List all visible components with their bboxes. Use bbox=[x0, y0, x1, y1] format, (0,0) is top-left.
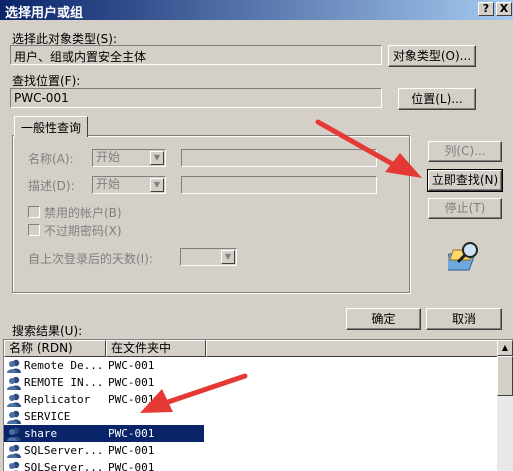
user-group-icon bbox=[7, 444, 21, 458]
user-group-icon bbox=[7, 393, 21, 407]
result-folder: PWC-001 bbox=[108, 461, 155, 471]
stop-button[interactable]: 停止(T) bbox=[428, 198, 502, 219]
user-group-icon bbox=[7, 376, 21, 390]
list-item[interactable]: REMOTE IN... PWC-001 bbox=[4, 374, 204, 391]
user-group-icon bbox=[7, 410, 21, 424]
columns-button[interactable]: 列(C)... bbox=[428, 141, 502, 162]
result-name: Remote De... bbox=[24, 359, 104, 372]
column-header-blank bbox=[206, 340, 498, 357]
list-item[interactable]: share PWC-001 bbox=[4, 425, 204, 442]
non-expiring-password-label: 不过期密码(X) bbox=[44, 224, 122, 238]
location-label: 查找位置(F): bbox=[12, 74, 81, 88]
tab-general-query[interactable]: 一般性查询 bbox=[14, 116, 89, 137]
search-magnifier-icon bbox=[448, 242, 478, 271]
object-type-field: 用户、组或内置安全主体 bbox=[10, 45, 382, 65]
description-label: 描述(D): bbox=[28, 179, 75, 193]
column-header-name[interactable]: 名称 (RDN) bbox=[4, 340, 106, 357]
list-item[interactable]: SERVICE bbox=[4, 408, 204, 425]
result-folder: PWC-001 bbox=[108, 393, 155, 406]
select-users-dialog: 选择用户或组 ? X 选择此对象类型(S): 用户、组或内置安全主体 对象类型(… bbox=[0, 0, 513, 471]
ok-button[interactable]: 确定 bbox=[346, 308, 421, 330]
result-name: REMOTE IN... bbox=[24, 376, 104, 389]
result-name: share bbox=[24, 427, 58, 440]
cancel-button[interactable]: 取消 bbox=[426, 308, 502, 330]
result-name: SERVICE bbox=[24, 410, 71, 423]
days-since-logon-label: 自上次登录后的天数(I): bbox=[28, 252, 153, 266]
days-since-logon-select[interactable]: ▼ bbox=[180, 248, 237, 266]
result-name: SQLServer... bbox=[24, 461, 104, 471]
window-title: 选择用户或组 bbox=[5, 6, 84, 21]
name-match-select[interactable]: 开始 ▼ bbox=[92, 149, 166, 167]
name-label: 名称(A): bbox=[28, 152, 74, 166]
locations-button[interactable]: 位置(L)... bbox=[398, 88, 476, 110]
description-match-value: 开始 bbox=[96, 177, 121, 191]
result-folder: PWC-001 bbox=[108, 359, 155, 372]
title-bar: 选择用户或组 ? X bbox=[0, 0, 513, 21]
disabled-accounts-checkbox[interactable] bbox=[28, 206, 40, 218]
list-item[interactable]: SQLServer... PWC-001 bbox=[4, 459, 204, 471]
find-now-button[interactable]: 立即查找(N) bbox=[427, 169, 503, 192]
result-name: Replicator bbox=[24, 393, 91, 406]
list-item[interactable]: Replicator PWC-001 bbox=[4, 391, 204, 408]
result-folder: PWC-001 bbox=[108, 376, 155, 389]
non-expiring-password-checkbox[interactable] bbox=[28, 224, 40, 236]
scroll-up-button[interactable]: ▲ bbox=[497, 340, 513, 356]
location-field: PWC-001 bbox=[10, 88, 382, 108]
name-input[interactable] bbox=[181, 149, 377, 167]
name-match-value: 开始 bbox=[96, 150, 121, 164]
help-button[interactable]: ? bbox=[478, 2, 494, 16]
vertical-scrollbar[interactable]: ▲ bbox=[497, 340, 513, 471]
chevron-down-icon: ▼ bbox=[150, 178, 164, 192]
column-header-folder[interactable]: 在文件夹中 bbox=[106, 340, 206, 357]
list-item[interactable]: Remote De... PWC-001 bbox=[4, 357, 204, 374]
user-group-icon bbox=[7, 359, 21, 373]
result-folder: PWC-001 bbox=[108, 427, 155, 440]
scroll-thumb[interactable] bbox=[497, 356, 513, 396]
search-results-list[interactable]: 名称 (RDN) 在文件夹中 Remote De... PWC-001 REMOTE… bbox=[3, 339, 513, 471]
search-results-label: 搜索结果(U): bbox=[12, 324, 83, 338]
close-button[interactable]: X bbox=[496, 2, 512, 16]
user-group-icon bbox=[7, 427, 21, 441]
chevron-down-icon: ▼ bbox=[150, 151, 164, 165]
result-folder: PWC-001 bbox=[108, 444, 155, 457]
disabled-accounts-label: 禁用的帐户(B) bbox=[44, 206, 122, 220]
description-match-select[interactable]: 开始 ▼ bbox=[92, 176, 166, 194]
result-name: SQLServer... bbox=[24, 444, 104, 457]
user-group-icon bbox=[9, 461, 20, 471]
object-types-button[interactable]: 对象类型(O)... bbox=[388, 45, 476, 67]
chevron-down-icon: ▼ bbox=[221, 250, 235, 264]
list-item[interactable]: SQLServer... PWC-001 bbox=[4, 442, 204, 459]
description-input[interactable] bbox=[181, 176, 377, 194]
